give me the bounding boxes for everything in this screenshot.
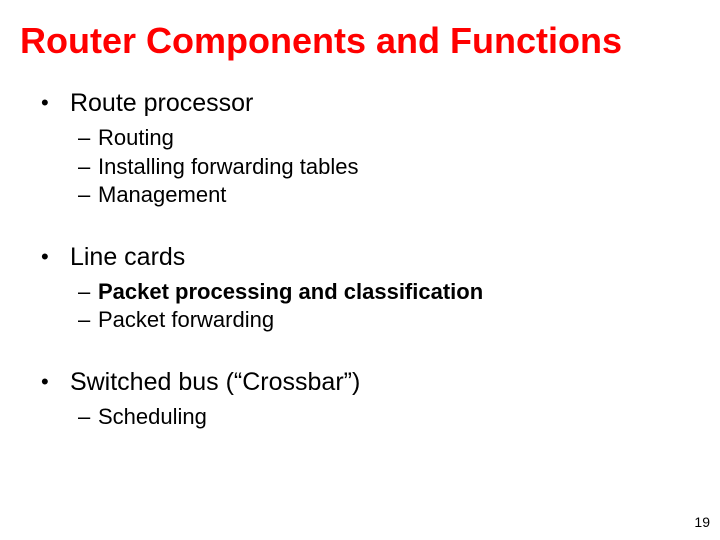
- sub-item: Packet processing and classification: [78, 278, 720, 306]
- bullet-item-switched-bus: Switched bus (“Crossbar”) Scheduling: [44, 368, 720, 431]
- sub-item: Installing forwarding tables: [78, 153, 720, 181]
- sub-label: Packet processing and classification: [98, 279, 483, 304]
- bullet-item-route-processor: Route processor Routing Installing forwa…: [44, 89, 720, 208]
- sub-list: Scheduling: [78, 403, 720, 431]
- sub-label: Installing forwarding tables: [98, 154, 358, 179]
- sub-label: Scheduling: [98, 404, 207, 429]
- slide: Router Components and Functions Route pr…: [0, 0, 720, 540]
- sub-label: Routing: [98, 125, 174, 150]
- page-number: 19: [694, 514, 710, 530]
- sub-item: Scheduling: [78, 403, 720, 431]
- bullet-list: Route processor Routing Installing forwa…: [44, 89, 720, 431]
- slide-title: Router Components and Functions: [20, 20, 720, 61]
- sub-list: Routing Installing forwarding tables Man…: [78, 124, 720, 208]
- sub-item: Management: [78, 181, 720, 209]
- bullet-label: Switched bus (“Crossbar”): [70, 368, 360, 396]
- sub-label: Management: [98, 182, 226, 207]
- sub-label: Packet forwarding: [98, 307, 274, 332]
- sub-list: Packet processing and classification Pac…: [78, 278, 720, 334]
- sub-item: Routing: [78, 124, 720, 152]
- sub-item: Packet forwarding: [78, 306, 720, 334]
- bullet-label: Route processor: [70, 89, 253, 117]
- bullet-item-line-cards: Line cards Packet processing and classif…: [44, 243, 720, 334]
- bullet-label: Line cards: [70, 243, 185, 271]
